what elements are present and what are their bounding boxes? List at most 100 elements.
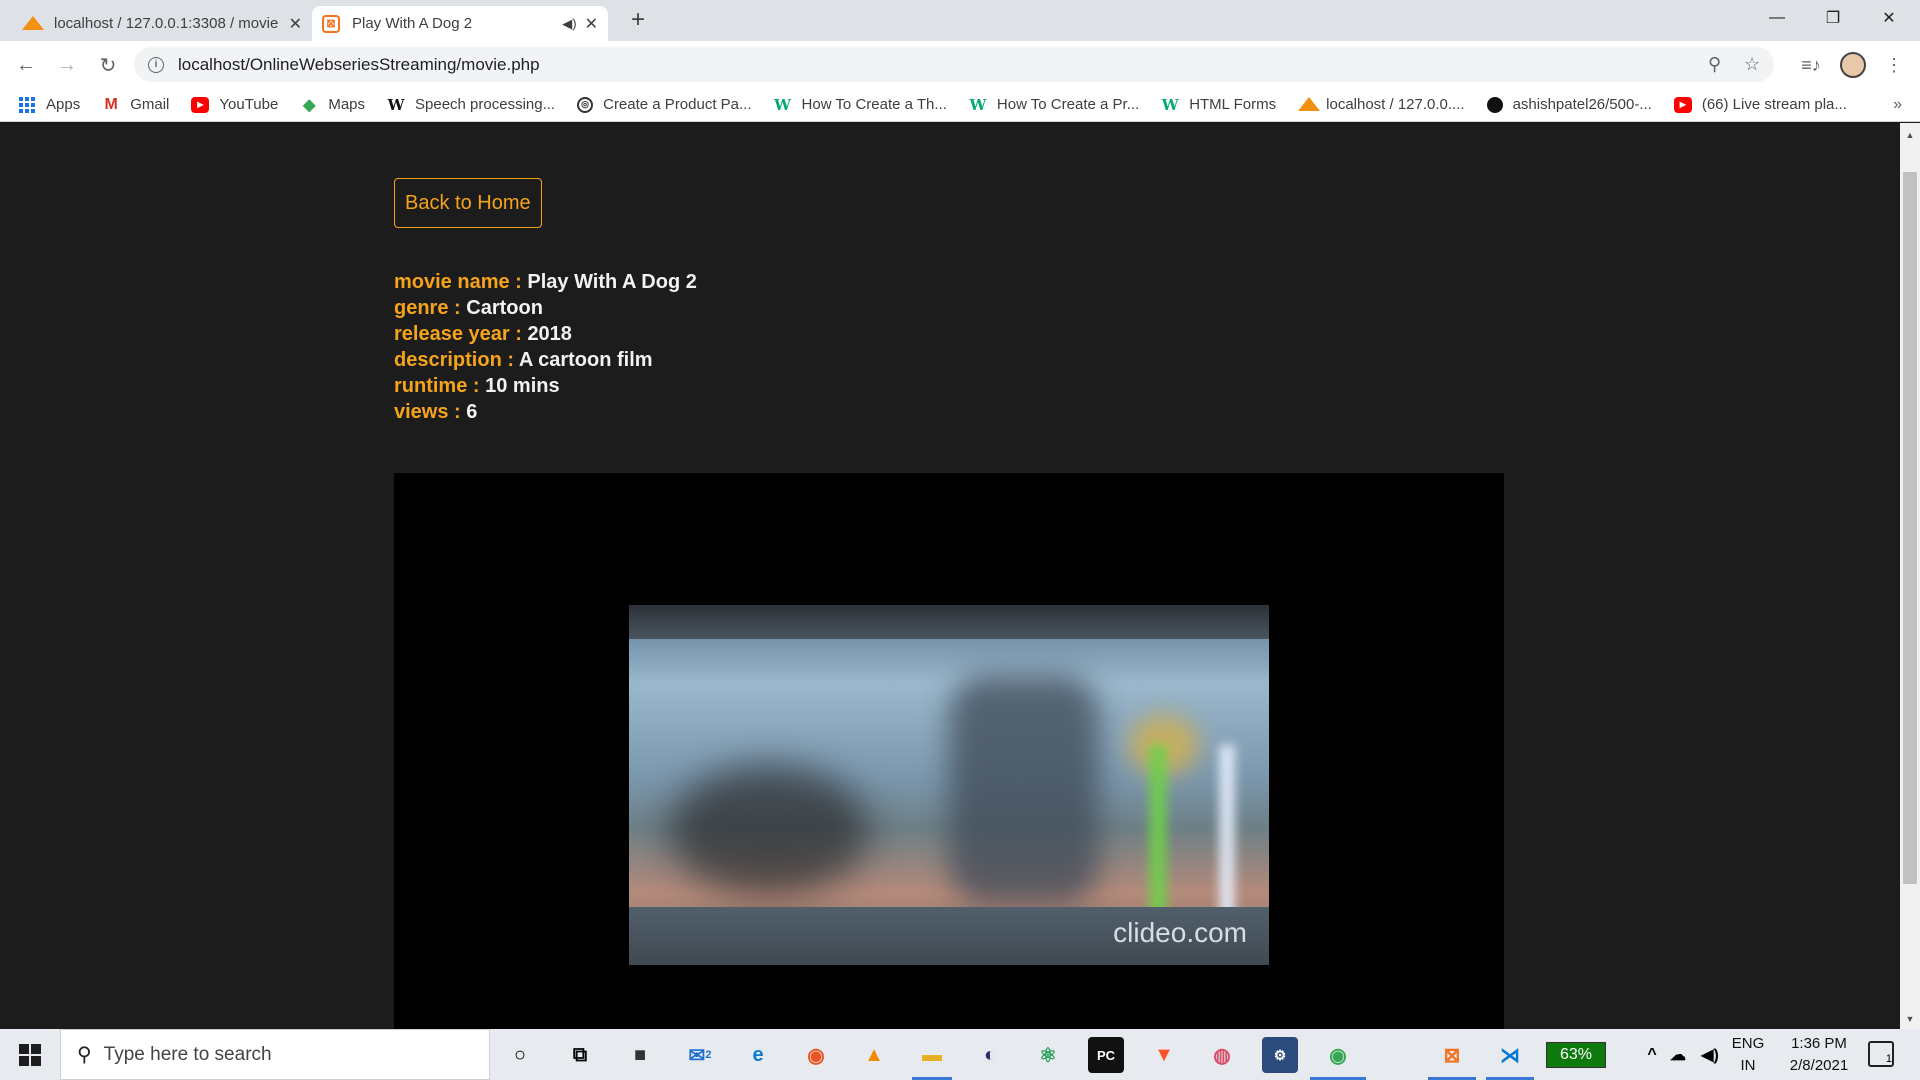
notification-center-icon[interactable]: 1 <box>1868 1041 1894 1067</box>
tab-title: Play With A Dog 2 <box>352 15 473 32</box>
github-icon <box>1486 96 1503 113</box>
detail-value: A cartoon film <box>518 349 653 371</box>
file-explorer-icon[interactable]: ▬ <box>914 1037 950 1073</box>
video-scene-shape <box>669 765 869 895</box>
detail-movie-name: movie name : Play With A Dog 2 <box>394 269 697 295</box>
site-info-icon[interactable]: i <box>148 56 164 73</box>
scroll-down-arrow-icon[interactable]: ▼ <box>1900 1010 1920 1028</box>
cortana-icon[interactable]: ○ <box>502 1037 538 1073</box>
search-placeholder: Type here to search <box>103 1043 272 1065</box>
mysql-workbench-icon[interactable]: ⚙ <box>1262 1037 1298 1073</box>
pycharm-icon[interactable]: PC <box>1088 1037 1124 1073</box>
bookmark-html-forms[interactable]: W HTML Forms <box>1161 96 1276 114</box>
bookmarks-bar: Apps M Gmail ▶ YouTube ◆ Maps W Speech p… <box>0 88 1920 122</box>
video-player[interactable]: clideo.com <box>394 473 1504 1029</box>
windows-logo-icon <box>19 1043 41 1066</box>
restore-button[interactable]: ❐ <box>1805 0 1861 36</box>
bookmark-github[interactable]: ashishpatel26/500-... <box>1486 96 1652 113</box>
eclipse-icon[interactable]: ◐ <box>972 1037 1008 1073</box>
audio-playing-icon[interactable]: ◀) <box>562 16 576 32</box>
brave-icon[interactable]: ▼ <box>1146 1037 1182 1073</box>
url-text[interactable]: localhost/OnlineWebseriesStreaming/movie… <box>178 55 540 75</box>
bookmark-speech-processing[interactable]: W Speech processing... <box>387 95 556 114</box>
bookmark-youtube[interactable]: ▶ YouTube <box>191 96 278 113</box>
ubuntu-icon[interactable]: ◉ <box>798 1037 834 1073</box>
clock[interactable]: 1:36 PM 2/8/2021 <box>1778 1033 1860 1077</box>
detail-key: movie name : <box>394 271 528 293</box>
bookmark-star-icon[interactable]: ☆ <box>1744 47 1760 82</box>
video-frame[interactable]: clideo.com <box>629 605 1269 965</box>
apps-grid-icon <box>18 96 36 113</box>
movie-details: movie name : Play With A Dog 2 genre : C… <box>394 269 697 425</box>
phpmyadmin-icon <box>22 15 44 32</box>
forward-arrow-icon[interactable]: → <box>51 49 83 81</box>
scroll-up-arrow-icon[interactable]: ▲ <box>1900 126 1920 144</box>
anaconda-icon[interactable]: ◍ <box>1204 1037 1240 1073</box>
vlc-icon[interactable]: ▲ <box>856 1037 892 1073</box>
onedrive-icon[interactable]: ☁ <box>1660 1037 1696 1073</box>
close-tab-icon[interactable]: ✕ <box>585 14 598 34</box>
language-text: ENG <box>1731 1035 1765 1052</box>
bookmark-w3-how-to-1[interactable]: W How To Create a Th... <box>774 96 947 114</box>
wikipedia-icon: W <box>387 95 405 114</box>
zoom-icon[interactable]: ⚲ <box>1708 47 1721 82</box>
tab-title: localhost / 127.0.0.1:3308 / movie <box>54 15 279 32</box>
vscode-icon[interactable]: ⋊ <box>1492 1037 1528 1073</box>
bookmark-label: Speech processing... <box>415 96 556 113</box>
more-bookmarks-icon[interactable]: » <box>1893 96 1902 114</box>
tab-movie-page[interactable]: ⊠ Play With A Dog 2 ◀) ✕ <box>312 6 608 41</box>
task-view-icon[interactable]: ⧉ <box>562 1037 598 1073</box>
new-tab-button[interactable]: + <box>624 6 652 34</box>
back-to-home-button[interactable]: Back to Home <box>394 178 542 228</box>
notification-count: 1 <box>1885 1053 1892 1065</box>
back-arrow-icon[interactable]: ← <box>10 49 42 81</box>
bookmark-create-product-page[interactable]: ◎ Create a Product Pa... <box>577 96 752 113</box>
reload-icon[interactable]: ↻ <box>92 49 124 81</box>
atom-icon[interactable]: ⚛ <box>1030 1037 1066 1073</box>
tab-strip: localhost / 127.0.0.1:3308 / movie ✕ ⊠ P… <box>0 0 1920 41</box>
phpmyadmin-icon <box>1298 96 1321 113</box>
bookmark-maps[interactable]: ◆ Maps <box>300 96 365 114</box>
browser-menu-icon[interactable]: ⋮ <box>1880 49 1908 81</box>
video-scene-shape <box>1219 745 1235 925</box>
browser-toolbar: ← → ↻ i localhost/OnlineWebseriesStreami… <box>0 41 1920 88</box>
video-scene-shape <box>629 605 1269 639</box>
bookmark-w3-how-to-2[interactable]: W How To Create a Pr... <box>969 95 1139 114</box>
detail-genre: genre : Cartoon <box>394 295 697 321</box>
close-window-button[interactable]: ✕ <box>1861 0 1917 36</box>
xampp-icon[interactable]: ⊠ <box>1434 1037 1470 1073</box>
profile-avatar[interactable] <box>1838 49 1868 81</box>
video-scene-shape <box>949 675 1099 905</box>
taskbar-search[interactable]: ⚲ Type here to search <box>60 1029 490 1080</box>
detail-description: description : A cartoon film <box>394 347 697 373</box>
start-button[interactable] <box>0 1029 60 1080</box>
mail-icon[interactable]: ✉ 2 <box>682 1037 718 1073</box>
minimize-button[interactable]: — <box>1749 0 1805 36</box>
scrollbar-thumb[interactable] <box>1903 172 1917 884</box>
bookmark-label: (66) Live stream pla... <box>1701 96 1847 113</box>
tab-phpmyadmin[interactable]: localhost / 127.0.0.1:3308 / movie ✕ <box>12 6 312 41</box>
battery-indicator[interactable]: 63% <box>1546 1042 1606 1068</box>
bookmark-live-stream[interactable]: ▶ (66) Live stream pla... <box>1673 96 1847 113</box>
detail-value: 2018 <box>527 323 572 345</box>
volume-icon[interactable]: ◀) <box>1692 1037 1728 1073</box>
close-tab-icon[interactable]: ✕ <box>289 14 302 34</box>
media-control-icon[interactable]: ≡♪ <box>1796 49 1826 81</box>
region-text: IN <box>1740 1057 1756 1074</box>
w3schools-icon: W <box>969 95 987 114</box>
bookmark-label: localhost / 127.0.0.... <box>1326 96 1465 113</box>
language-indicator[interactable]: ENG IN <box>1730 1033 1766 1077</box>
youtube-icon: ▶ <box>191 96 210 113</box>
edge-icon[interactable]: e <box>740 1037 776 1073</box>
address-bar[interactable]: i localhost/OnlineWebseriesStreaming/mov… <box>134 47 1774 82</box>
bookmark-apps[interactable]: Apps <box>18 96 80 113</box>
detail-key: genre : <box>394 297 467 319</box>
xampp-icon: ⊠ <box>322 14 340 33</box>
detail-key: runtime : <box>394 375 486 397</box>
chrome-icon[interactable]: ◉ <box>1320 1037 1356 1073</box>
bookmark-localhost[interactable]: localhost / 127.0.0.... <box>1298 96 1465 113</box>
bookmark-gmail[interactable]: M Gmail <box>102 96 170 114</box>
detail-value: Play With A Dog 2 <box>527 271 697 293</box>
store-icon[interactable]: ■ <box>622 1037 658 1073</box>
avatar <box>1840 52 1866 78</box>
